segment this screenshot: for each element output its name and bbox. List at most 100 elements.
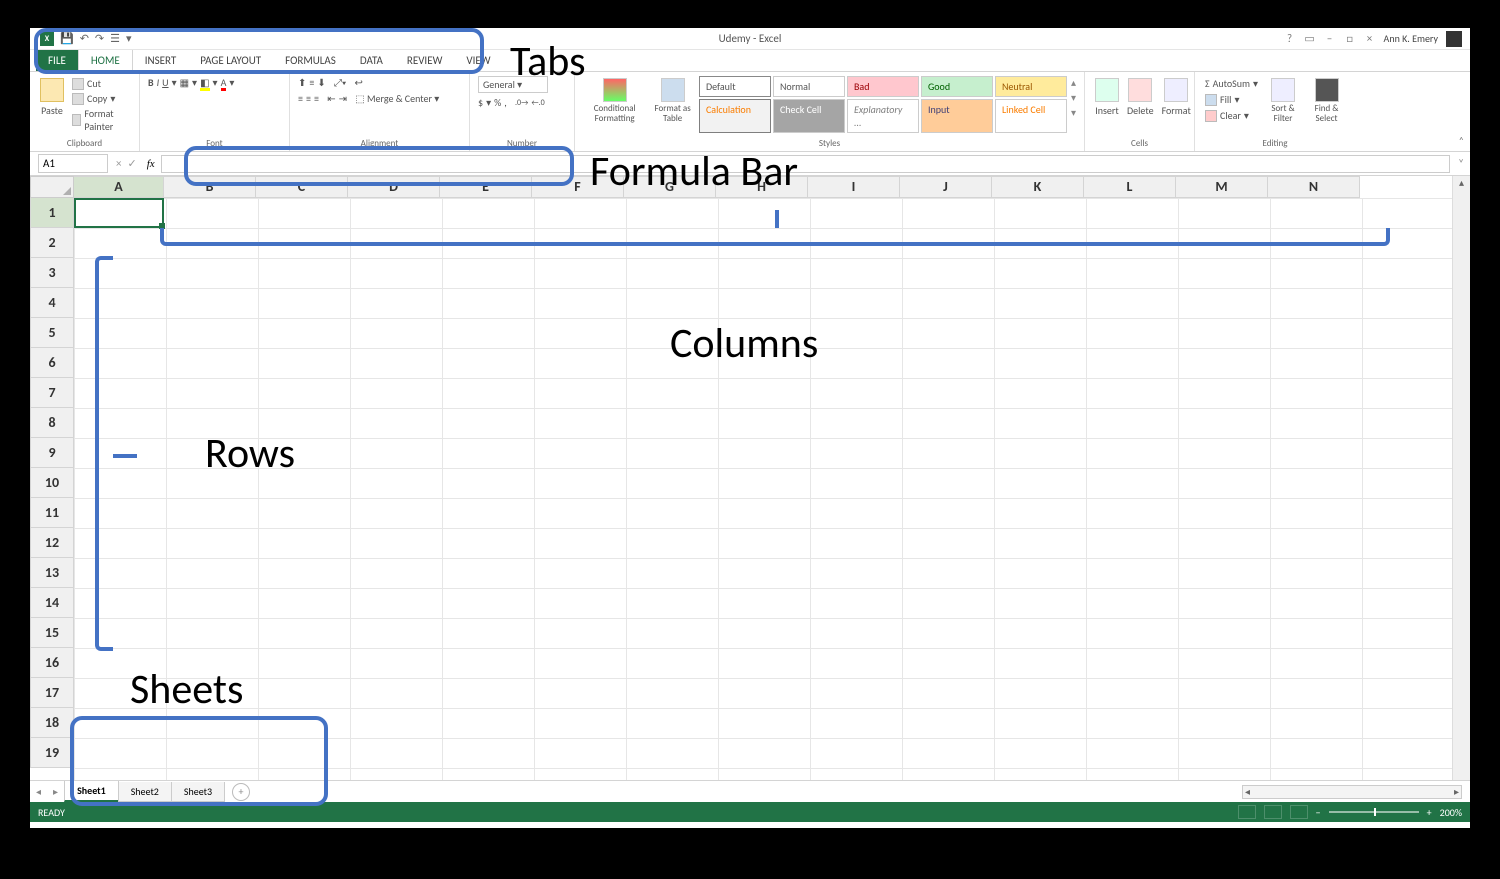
new-sheet-button[interactable]: + (232, 783, 250, 801)
accounting-format-button[interactable]: $ (478, 96, 483, 109)
zoom-in-button[interactable]: + (1427, 806, 1432, 819)
column-header-L[interactable]: L (1084, 176, 1176, 198)
fontcolor-menu-icon[interactable]: ▾ (229, 76, 234, 89)
normal-view-button[interactable] (1238, 805, 1256, 819)
styles-scroll-up-icon[interactable]: ▴ (1071, 76, 1076, 89)
decrease-decimal-button[interactable]: ←.0 (531, 98, 544, 108)
zoom-out-button[interactable]: − (1316, 806, 1321, 819)
cell-style-calculation[interactable]: Calculation (699, 99, 771, 133)
percent-format-button[interactable]: % (494, 96, 501, 109)
enter-formula-icon[interactable]: ✓ (127, 157, 136, 170)
format-cells-button[interactable]: Format (1160, 76, 1193, 119)
row-header-4[interactable]: 4 (30, 288, 74, 318)
styles-more-icon[interactable]: ▾ (1071, 106, 1076, 119)
italic-button[interactable]: I (157, 76, 160, 89)
underline-menu-icon[interactable]: ▾ (172, 76, 177, 89)
fill-button[interactable]: Fill ▾ (1203, 92, 1260, 107)
border-button[interactable]: ▦ (180, 76, 189, 89)
fill-menu-icon[interactable]: ▾ (213, 76, 218, 89)
ribbon-display-options-icon[interactable]: ▭ (1304, 33, 1316, 45)
collapse-ribbon-icon[interactable]: ˄ (1459, 134, 1464, 147)
row-header-11[interactable]: 11 (30, 498, 74, 528)
account-name[interactable]: Ann K. Emery (1384, 32, 1438, 45)
row-header-8[interactable]: 8 (30, 408, 74, 438)
row-header-3[interactable]: 3 (30, 258, 74, 288)
column-header-F[interactable]: F (532, 176, 624, 198)
cell-style-explanatory[interactable]: Explanatory ... (847, 99, 919, 133)
formula-bar-input[interactable] (161, 155, 1450, 173)
number-format-dropdown[interactable]: General ▾ (478, 76, 548, 93)
row-header-7[interactable]: 7 (30, 378, 74, 408)
minimize-icon[interactable]: – (1324, 33, 1336, 45)
column-header-G[interactable]: G (624, 176, 716, 198)
tab-home[interactable]: HOME (78, 49, 133, 72)
increase-indent-button[interactable]: ⇥ (339, 92, 347, 105)
font-color-button[interactable]: A (221, 76, 227, 89)
align-middle-button[interactable]: ≡ (309, 76, 314, 89)
bold-button[interactable]: B (148, 76, 154, 89)
cut-button[interactable]: Cut (70, 76, 131, 91)
column-header-B[interactable]: B (164, 176, 256, 198)
align-bottom-button[interactable]: ⬇ (317, 76, 325, 89)
conditional-formatting-button[interactable]: Conditional Formatting (583, 76, 646, 126)
tab-review[interactable]: REVIEW (395, 50, 455, 71)
row-header-6[interactable]: 6 (30, 348, 74, 378)
touch-mode-icon[interactable]: ☰ (110, 32, 120, 45)
row-header-12[interactable]: 12 (30, 528, 74, 558)
sheet-tab-sheet3[interactable]: Sheet3 (171, 782, 225, 802)
cell-style-input[interactable]: Input (921, 99, 993, 133)
column-header-D[interactable]: D (348, 176, 440, 198)
cell-style-default[interactable]: Default (699, 76, 771, 97)
tab-page-layout[interactable]: PAGE LAYOUT (188, 50, 273, 71)
zoom-level[interactable]: 200% (1440, 806, 1462, 819)
cell-style-linked-cell[interactable]: Linked Cell (995, 99, 1067, 133)
paste-button[interactable]: Paste (38, 76, 66, 119)
align-left-button[interactable]: ≡ (298, 92, 303, 105)
delete-cells-button[interactable]: Delete (1125, 76, 1156, 119)
active-cell[interactable] (74, 198, 164, 228)
column-header-N[interactable]: N (1268, 176, 1360, 198)
redo-icon[interactable]: ↷ (95, 32, 104, 45)
select-all-button[interactable] (30, 176, 74, 198)
tab-file[interactable]: FILE (36, 50, 78, 71)
row-header-9[interactable]: 9 (30, 438, 74, 468)
row-header-18[interactable]: 18 (30, 708, 74, 738)
name-box[interactable]: A1 (38, 154, 108, 173)
merge-center-button[interactable]: ⬚ Merge & Center ▾ (355, 92, 439, 105)
column-header-C[interactable]: C (256, 176, 348, 198)
cell-style-normal[interactable]: Normal (773, 76, 845, 97)
restore-icon[interactable]: □ (1344, 33, 1356, 45)
fx-icon[interactable]: fx (143, 158, 159, 170)
column-header-I[interactable]: I (808, 176, 900, 198)
sheet-nav-prev-icon[interactable]: ◂ (30, 785, 47, 798)
underline-button[interactable]: U (162, 76, 168, 89)
row-header-2[interactable]: 2 (30, 228, 74, 258)
tab-formulas[interactable]: FORMULAS (273, 50, 348, 71)
horizontal-scrollbar[interactable] (1242, 785, 1462, 799)
row-header-19[interactable]: 19 (30, 738, 74, 768)
cell-style-good[interactable]: Good (921, 76, 993, 97)
expand-formula-bar-icon[interactable]: ˅ (1458, 157, 1470, 170)
fill-color-button[interactable]: ◧ (200, 76, 209, 89)
cell-style-neutral[interactable]: Neutral (995, 76, 1067, 97)
page-layout-view-button[interactable] (1264, 805, 1282, 819)
row-header-1[interactable]: 1 (30, 198, 74, 228)
column-header-H[interactable]: H (716, 176, 808, 198)
cell-style-check-cell[interactable]: Check Cell (773, 99, 845, 133)
undo-icon[interactable]: ↶ (80, 32, 89, 45)
help-icon[interactable]: ? (1284, 33, 1296, 45)
cell-style-bad[interactable]: Bad (847, 76, 919, 97)
format-painter-button[interactable]: Format Painter (70, 106, 131, 134)
border-menu-icon[interactable]: ▾ (192, 76, 197, 89)
row-header-10[interactable]: 10 (30, 468, 74, 498)
row-header-13[interactable]: 13 (30, 558, 74, 588)
cancel-formula-icon[interactable]: × (116, 157, 121, 170)
row-header-16[interactable]: 16 (30, 648, 74, 678)
column-header-E[interactable]: E (440, 176, 532, 198)
insert-cells-button[interactable]: Insert (1093, 76, 1121, 119)
account-avatar-icon[interactable] (1446, 31, 1462, 47)
page-break-view-button[interactable] (1290, 805, 1308, 819)
column-header-K[interactable]: K (992, 176, 1084, 198)
align-center-button[interactable]: ≡ (306, 92, 311, 105)
orientation-button[interactable]: ⤢▾ (334, 76, 346, 89)
